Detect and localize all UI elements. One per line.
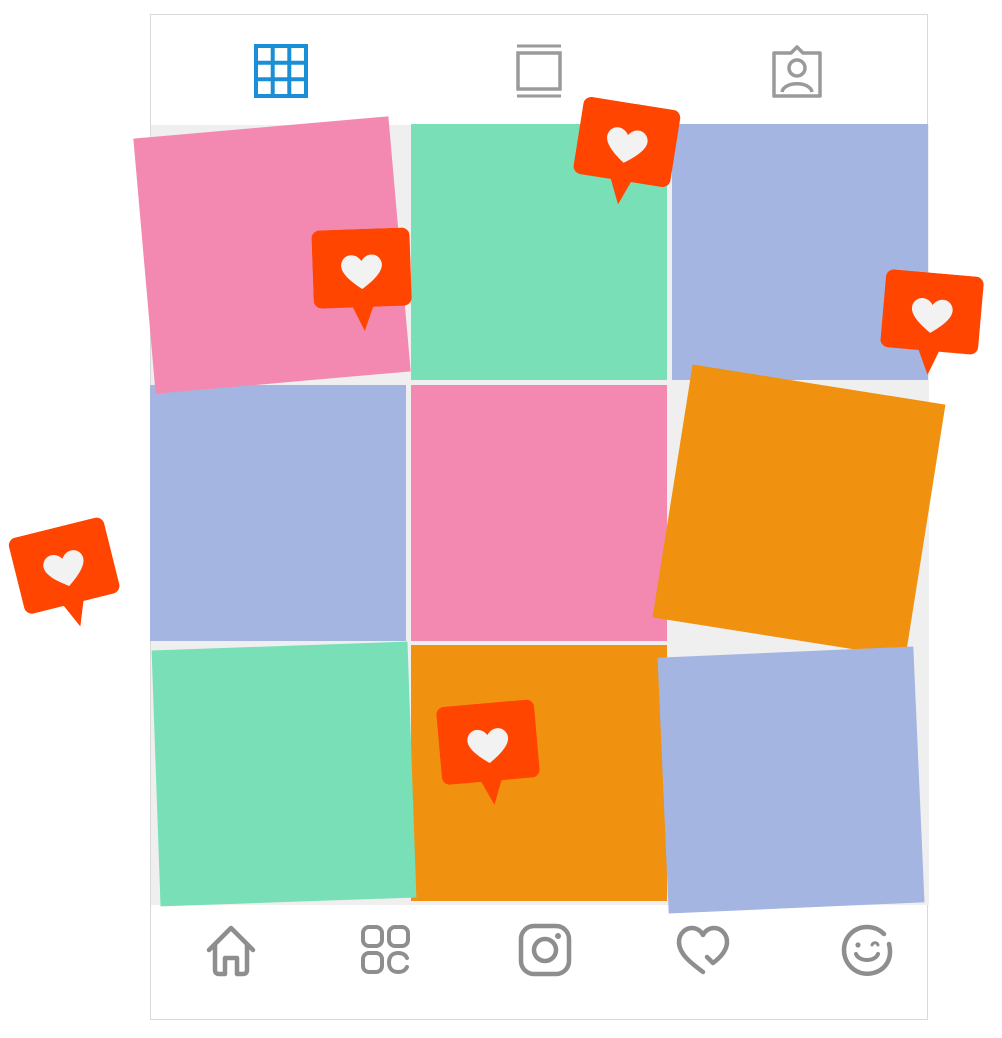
profile-tab-bar — [151, 15, 927, 125]
post-tile[interactable] — [652, 364, 946, 658]
post-tile[interactable] — [657, 646, 925, 914]
nav-activity[interactable] — [673, 920, 733, 980]
screen — [0, 0, 1002, 1038]
tagged-user-icon — [769, 43, 825, 99]
camera-icon — [515, 920, 575, 980]
post-tile[interactable] — [411, 385, 667, 641]
post-tile[interactable] — [150, 385, 406, 641]
tab-tagged[interactable] — [769, 43, 825, 99]
like-notification[interactable] — [7, 515, 129, 638]
profile-smile-icon — [837, 920, 897, 980]
heart-icon — [311, 227, 414, 332]
nav-camera[interactable] — [515, 920, 575, 980]
like-notification[interactable] — [569, 96, 684, 212]
nav-explore[interactable] — [356, 920, 416, 980]
heart-icon — [878, 269, 987, 379]
grid-icon — [253, 43, 309, 99]
tab-grid[interactable] — [253, 43, 309, 99]
explore-icon — [356, 920, 416, 980]
home-icon — [201, 920, 261, 980]
tab-feed[interactable] — [511, 43, 567, 99]
post-tile[interactable] — [151, 641, 417, 907]
heart-icon — [569, 96, 684, 212]
nav-home[interactable] — [201, 920, 261, 980]
like-notification[interactable] — [311, 227, 414, 332]
heart-icon — [436, 699, 545, 809]
like-notification[interactable] — [878, 269, 987, 379]
heart-icon — [7, 515, 129, 638]
heart-icon — [673, 920, 733, 980]
nav-profile[interactable] — [837, 920, 897, 980]
feed-icon — [511, 43, 567, 99]
like-notification[interactable] — [436, 699, 545, 809]
